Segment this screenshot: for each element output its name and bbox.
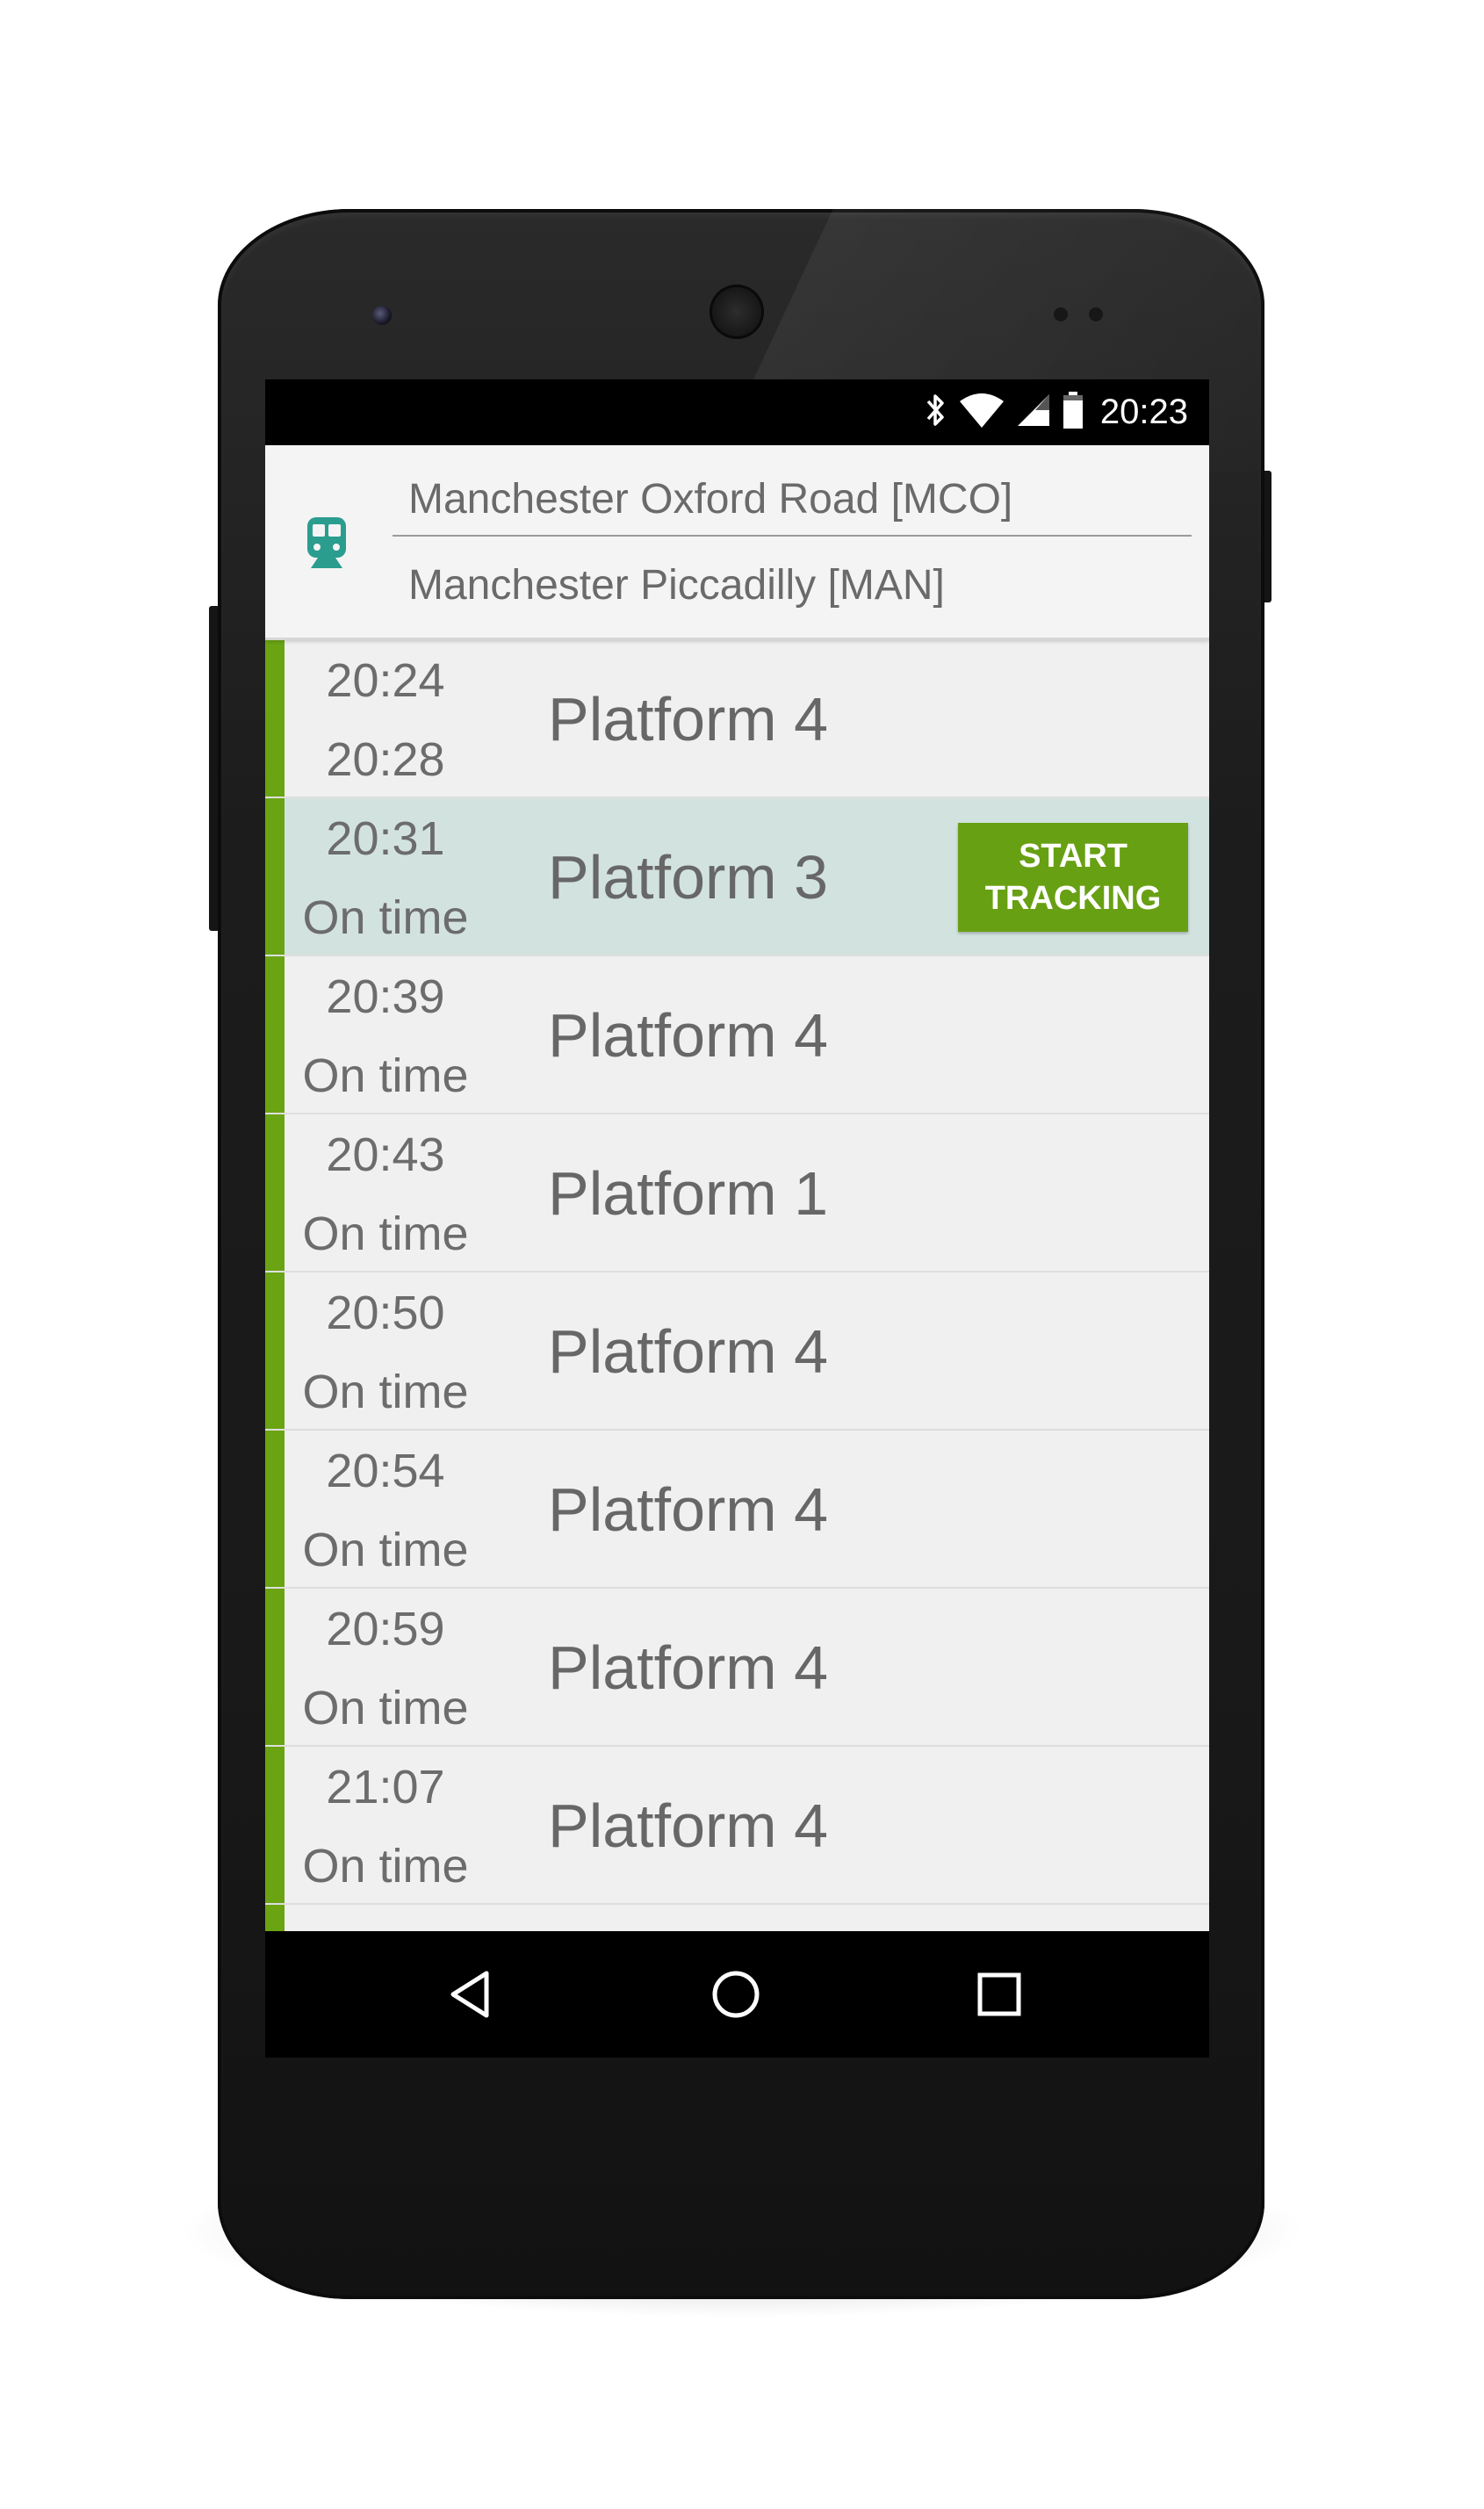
train-icon xyxy=(304,515,349,570)
platform-label: Platform 4 xyxy=(548,1317,828,1386)
platform-label: Platform 4 xyxy=(548,1001,828,1070)
departure-status: 20:28 xyxy=(326,733,445,786)
status-bar: 20:23 xyxy=(265,379,1209,445)
departure-row[interactable]: 20:54 On time Platform 4 xyxy=(265,1431,1209,1589)
light-sensor xyxy=(1089,307,1103,321)
departure-status: On time xyxy=(302,1840,469,1893)
departure-row[interactable]: 20:43 On time Platform 1 xyxy=(265,1114,1209,1273)
status-indicator-bar xyxy=(265,1589,285,1745)
status-indicator-bar xyxy=(265,1747,285,1903)
platform-label: Platform 4 xyxy=(548,685,828,753)
start-tracking-label-line2: TRACKING xyxy=(984,880,1162,917)
start-tracking-button[interactable]: START TRACKING xyxy=(958,823,1188,932)
time-column: 20:24 20:28 xyxy=(285,640,486,797)
status-indicator-bar xyxy=(265,1273,285,1429)
departure-row[interactable]: 20:59 On time Platform 4 xyxy=(265,1589,1209,1747)
from-station-field[interactable]: Manchester Oxford Road [MCO] xyxy=(393,463,1192,537)
time-column: 20:50 On time xyxy=(285,1273,486,1429)
departure-row[interactable]: 21:07 On time Platform 4 xyxy=(265,1747,1209,1905)
platform-label: Platform 1 xyxy=(548,1159,828,1228)
departure-time: 20:24 xyxy=(326,654,445,707)
journey-header: Manchester Oxford Road [MCO] Manchester … xyxy=(265,445,1209,640)
departure-row[interactable]: 20:50 On time Platform 4 xyxy=(265,1273,1209,1431)
front-camera xyxy=(372,306,392,325)
earpiece-speaker xyxy=(710,285,764,339)
proximity-sensor xyxy=(1054,307,1068,321)
status-time: 20:23 xyxy=(1099,393,1188,431)
time-column: 20:54 On time xyxy=(285,1431,486,1587)
bluetooth-icon xyxy=(925,391,947,434)
departure-time: 20:59 xyxy=(326,1603,445,1655)
platform-label: Platform 4 xyxy=(548,1633,828,1702)
departure-row[interactable]: 20:24 20:28 Platform 4 xyxy=(265,640,1209,798)
status-indicator-bar xyxy=(265,956,285,1113)
platform-label: Platform 4 xyxy=(548,1475,828,1544)
departure-time: 20:31 xyxy=(326,812,445,865)
time-column: 20:31 On time xyxy=(285,798,486,955)
status-indicator-bar xyxy=(265,1431,285,1587)
status-indicator-bar xyxy=(265,640,285,797)
time-column: 20:59 On time xyxy=(285,1589,486,1745)
departure-time: 21:07 xyxy=(326,1761,445,1813)
departure-row-selected[interactable]: 20:31 On time Platform 3 START TRACKING xyxy=(265,798,1209,956)
status-indicator-bar xyxy=(265,798,285,955)
back-icon[interactable] xyxy=(441,1963,504,2026)
platform-label: Platform 3 xyxy=(548,843,828,912)
departure-status: On time xyxy=(302,1524,469,1576)
phone-screen: 20:23 Manchester Oxford Road [MCO] Manch… xyxy=(265,379,1209,2058)
departure-status: On time xyxy=(302,1049,469,1102)
departure-time: 20:50 xyxy=(326,1287,445,1339)
departure-row[interactable]: 20:39 On time Platform 4 xyxy=(265,956,1209,1114)
time-column: 20:39 On time xyxy=(285,956,486,1113)
time-column: 21:07 On time xyxy=(285,1747,486,1903)
status-indicator-bar xyxy=(265,1114,285,1271)
start-tracking-label-line1: START xyxy=(1019,838,1127,875)
departure-status: On time xyxy=(302,1208,469,1260)
status-icons: 20:23 xyxy=(925,379,1188,445)
signal-icon xyxy=(1016,391,1051,434)
departure-status: On time xyxy=(302,891,469,944)
home-icon[interactable] xyxy=(704,1963,767,2026)
departure-status: On time xyxy=(302,1366,469,1418)
departure-time: 20:54 xyxy=(326,1445,445,1497)
to-station-field[interactable]: Manchester Piccadilly [MAN] xyxy=(393,549,1192,623)
recents-icon[interactable] xyxy=(968,1963,1031,2026)
wifi-icon xyxy=(958,391,1005,434)
battery-icon xyxy=(1062,390,1084,435)
departure-time: 20:39 xyxy=(326,970,445,1023)
departure-status: On time xyxy=(302,1682,469,1734)
time-column: 20:43 On time xyxy=(285,1114,486,1271)
navigation-bar xyxy=(265,1931,1209,2058)
platform-label: Platform 4 xyxy=(548,1792,828,1860)
departure-list[interactable]: 20:24 20:28 Platform 4 20:31 On time Pla… xyxy=(265,640,1209,1973)
departure-time: 20:43 xyxy=(326,1128,445,1181)
